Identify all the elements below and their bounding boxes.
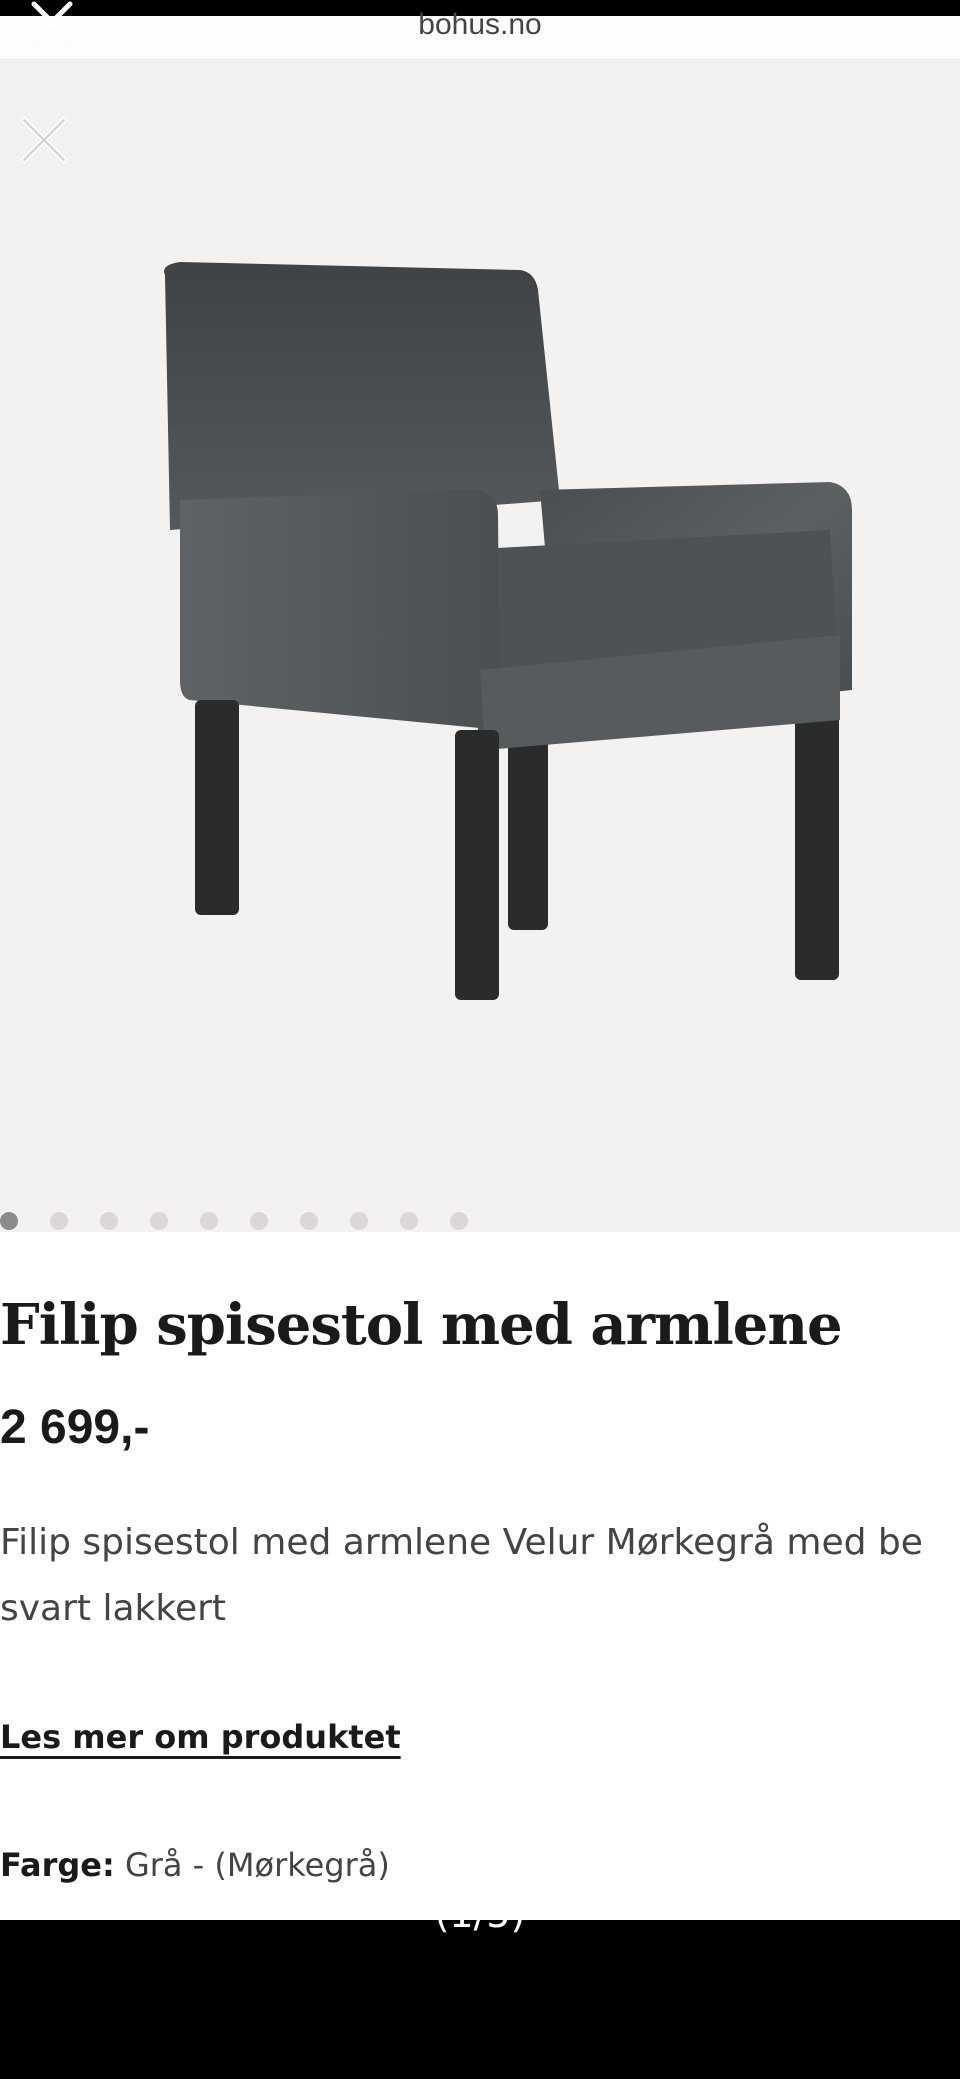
product-description: Filip spisestol med armlene Velur Mørkeg…	[0, 1522, 923, 1629]
pagination-dot[interactable]	[300, 1212, 318, 1230]
pagination-dot[interactable]	[50, 1212, 68, 1230]
close-icon[interactable]	[24, 0, 80, 50]
image-pagination[interactable]	[0, 1212, 468, 1230]
viewer-bottom-bar	[0, 1920, 960, 2079]
pagination-dot[interactable]	[100, 1212, 118, 1230]
product-price: 2 699,-	[0, 1401, 150, 1454]
pagination-dot[interactable]	[450, 1212, 468, 1230]
pagination-dot[interactable]	[400, 1212, 418, 1230]
read-more-link[interactable]: Les mer om produktet	[0, 1718, 401, 1756]
color-row: Farge: Grå - (Mørkegrå)	[0, 1846, 390, 1884]
pagination-dot[interactable]	[250, 1212, 268, 1230]
url-text: bohus.no	[418, 8, 542, 41]
product-info: Filip spisestol med armlene 2 699,- Fili…	[0, 1232, 960, 1920]
product-image-gallery[interactable]	[0, 60, 960, 1232]
pagination-dot[interactable]	[0, 1212, 18, 1230]
close-gallery-icon[interactable]	[18, 114, 70, 166]
image-counter: (1/5)	[434, 1892, 526, 1936]
browser-url-bar[interactable]: bohus.no	[0, 8, 960, 60]
pagination-dot[interactable]	[200, 1212, 218, 1230]
pagination-dot[interactable]	[150, 1212, 168, 1230]
pagination-dot[interactable]	[350, 1212, 368, 1230]
color-value: Grå - (Mørkegrå)	[124, 1846, 390, 1884]
color-label: Farge:	[0, 1846, 115, 1884]
product-title: Filip spisestol med armlene	[0, 1292, 843, 1358]
chair-image	[164, 262, 852, 1000]
